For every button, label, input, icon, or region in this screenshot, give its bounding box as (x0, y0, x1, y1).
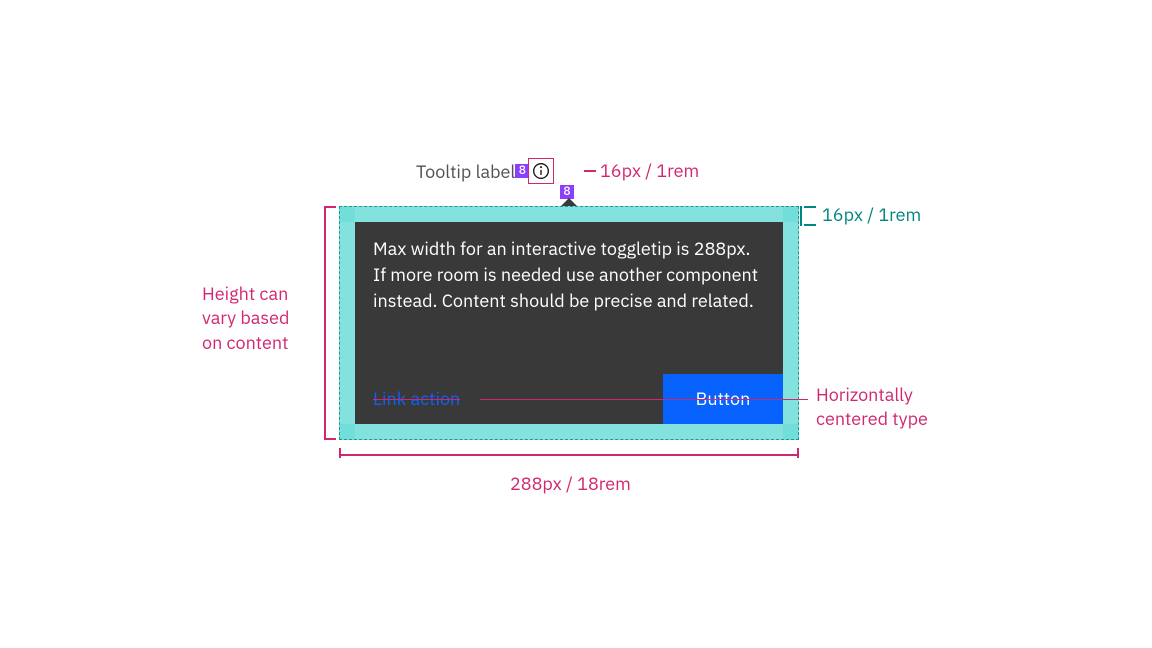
width-annotation: 288px / 18rem (510, 472, 631, 496)
centered-annotation: Horizontally centered type (816, 383, 928, 432)
icon-size-leader (584, 170, 596, 172)
width-bracket (339, 454, 799, 456)
toggletip-body: Max width for an interactive toggletip i… (355, 222, 783, 424)
padding-bracket (804, 206, 816, 226)
toggletip-label: Tooltip label (416, 160, 515, 183)
tooltip-caret-icon (561, 198, 577, 206)
height-bracket (324, 206, 326, 440)
centered-leader-line (480, 399, 808, 400)
icon-size-annotation: 16px / 1rem (600, 159, 699, 183)
padding-annotation: 16px / 1rem (822, 203, 921, 227)
height-annotation: Height can vary based on content (202, 282, 289, 355)
toggletip-text: Max width for an interactive toggletip i… (373, 236, 765, 314)
link-action[interactable]: Link action (373, 386, 460, 412)
toggletip-trigger-row: Tooltip label 8 (416, 159, 553, 183)
info-icon[interactable] (529, 159, 553, 183)
spacing-token-bottom: 8 (560, 185, 574, 199)
spacing-token-right: 8 (515, 164, 529, 178)
